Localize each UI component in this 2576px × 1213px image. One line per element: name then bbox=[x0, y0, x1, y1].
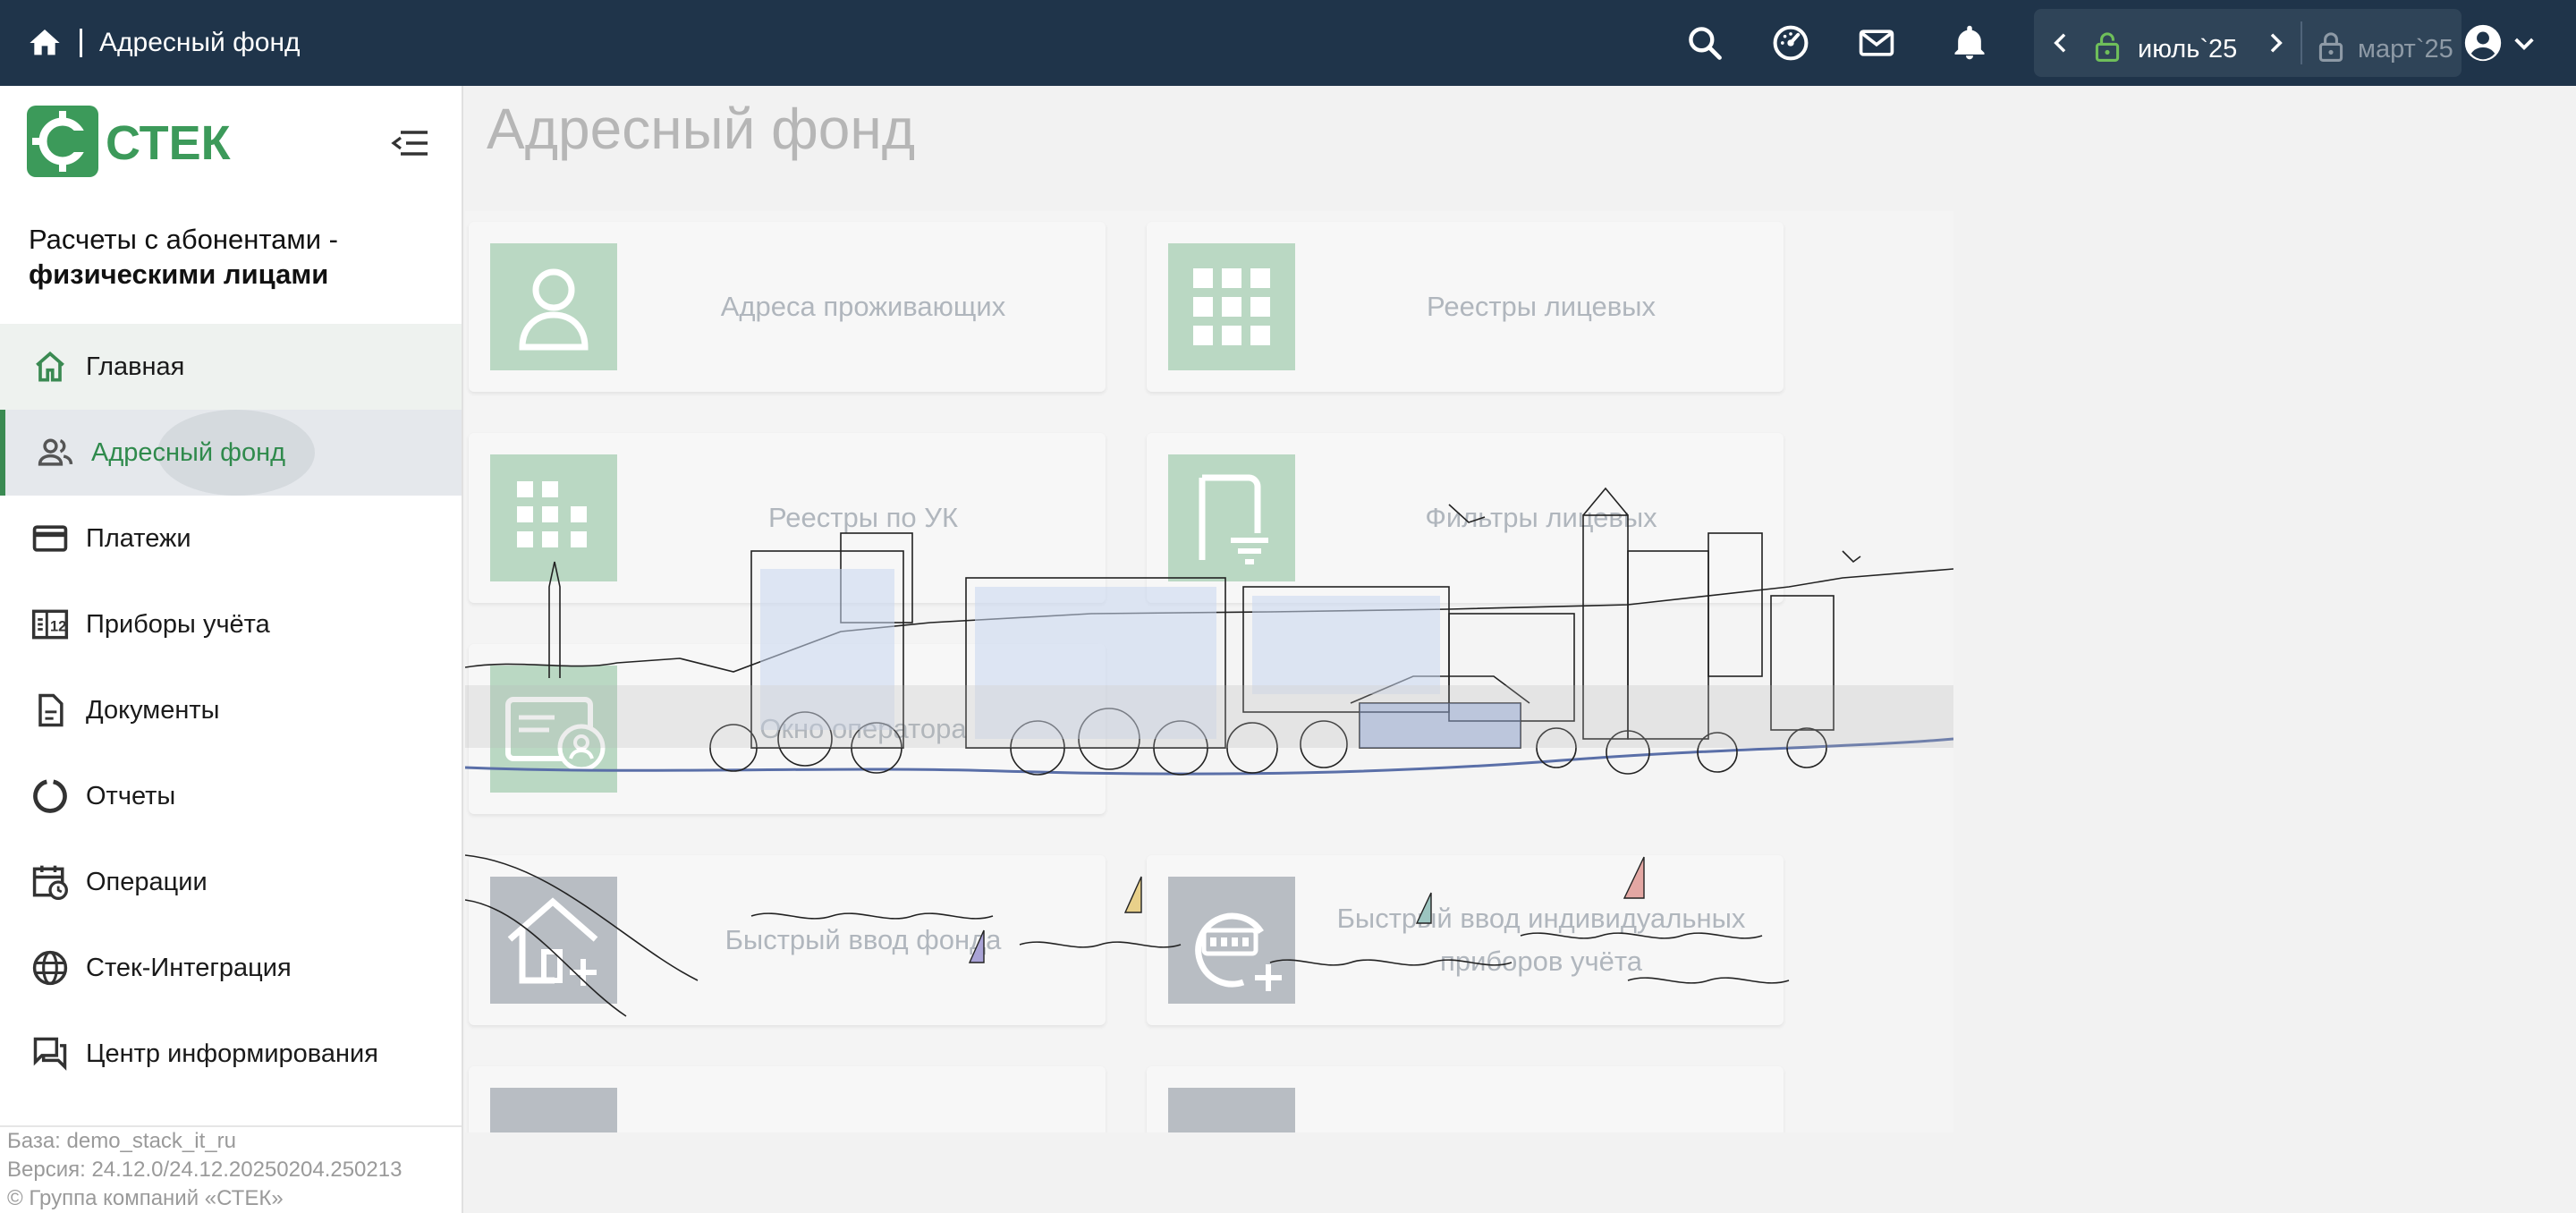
svg-text:12: 12 bbox=[50, 618, 66, 634]
card-tile bbox=[490, 666, 617, 793]
mail-icon[interactable] bbox=[1857, 23, 1896, 63]
page-title: Адресный фонд bbox=[487, 97, 916, 161]
sidebar-nav: Главная Адресный фонд Платежи 12 Приборы… bbox=[0, 324, 462, 1097]
sidebar-item-address-fund[interactable]: Адресный фонд bbox=[0, 410, 462, 496]
people-icon bbox=[38, 438, 73, 466]
version-number: Версия: 24.12.0/24.12.20250204.250213 bbox=[7, 1158, 402, 1182]
app-title-line2: физическими лицами bbox=[29, 259, 329, 290]
card-partial[interactable] bbox=[1147, 1066, 1784, 1132]
sidebar-item-label: Операции bbox=[86, 868, 208, 896]
sidebar-item-info-center[interactable]: Центр информирования bbox=[0, 1011, 462, 1097]
sidebar-item-home[interactable]: Главная bbox=[0, 324, 462, 410]
sidebar: СТЕК Расчеты с абонентами - физическими … bbox=[0, 86, 463, 1213]
card-partial[interactable] bbox=[469, 1066, 1106, 1132]
period-selector: июль`25 март`25 bbox=[2034, 9, 2462, 77]
card-tile bbox=[490, 877, 617, 1004]
sidebar-item-label: Платежи bbox=[86, 524, 191, 553]
sidebar-item-label: Главная bbox=[86, 352, 185, 381]
card-tile bbox=[490, 1088, 617, 1132]
card-residents-addresses[interactable]: Адреса проживающих bbox=[469, 222, 1106, 392]
chevron-left-icon[interactable] bbox=[2046, 29, 2075, 57]
current-period[interactable]: июль`25 bbox=[2138, 34, 2237, 64]
card-tile bbox=[490, 454, 617, 581]
card-account-filters[interactable]: Фильтры лицевых bbox=[1147, 433, 1784, 603]
home-icon[interactable] bbox=[27, 25, 63, 61]
search-icon[interactable] bbox=[1685, 23, 1724, 63]
sidebar-item-label: Адресный фонд bbox=[91, 438, 286, 467]
meter-icon: 12 bbox=[31, 609, 69, 640]
globe-icon bbox=[32, 950, 68, 986]
bell-icon[interactable] bbox=[1950, 23, 1989, 63]
breadcrumb-separator bbox=[80, 29, 82, 57]
sidebar-item-label: Центр информирования bbox=[86, 1039, 378, 1068]
collapse-menu-icon[interactable] bbox=[390, 127, 429, 159]
house-add-icon bbox=[507, 897, 598, 986]
cards-area: Адреса проживающих Реестры лицевых Реест… bbox=[465, 211, 1953, 1132]
chart-ring-icon bbox=[33, 779, 67, 813]
card-label: Адреса проживающих bbox=[720, 291, 1006, 322]
document-icon bbox=[38, 693, 64, 727]
card-tile bbox=[1168, 454, 1295, 581]
card-label: Фильтры лицевых bbox=[1425, 502, 1657, 533]
person-icon bbox=[519, 268, 589, 351]
main-content: Адресный фонд Адреса проживающих Реестры… bbox=[465, 86, 2576, 1213]
app-title-line1: Расчеты с абонентами - bbox=[29, 224, 338, 255]
stek-logo: СТЕК bbox=[27, 106, 232, 177]
operator-card-icon bbox=[505, 697, 606, 772]
copyright: © Группа компаний «СТЕК» bbox=[7, 1186, 284, 1210]
card-tile bbox=[1168, 1088, 1295, 1132]
card-label: Реестры по УК bbox=[767, 502, 959, 533]
meter-add-icon bbox=[1195, 912, 1282, 991]
chevron-down-icon[interactable] bbox=[2510, 29, 2538, 57]
card-tile bbox=[1168, 877, 1295, 1004]
building-icon bbox=[517, 481, 587, 547]
home-outline-icon bbox=[36, 351, 64, 382]
card-tile bbox=[1168, 243, 1295, 370]
period-divider bbox=[2301, 21, 2302, 64]
calendar-clock-icon bbox=[32, 865, 68, 900]
card-label: Быстрый ввод фонда bbox=[724, 924, 1002, 955]
version-info: База: demo_stack_it_ru Версия: 24.12.0/2… bbox=[7, 1127, 402, 1213]
account-circle-icon[interactable] bbox=[2463, 23, 2503, 63]
lock-icon bbox=[2318, 32, 2343, 62]
sidebar-item-reports[interactable]: Отчеты bbox=[0, 753, 462, 839]
logo-text: СТЕК bbox=[106, 116, 232, 170]
filter-list-icon bbox=[1199, 474, 1268, 564]
closed-period[interactable]: март`25 bbox=[2358, 34, 2453, 64]
card-account-registers[interactable]: Реестры лицевых bbox=[1147, 222, 1784, 392]
speedometer-icon[interactable] bbox=[1771, 23, 1810, 63]
forum-icon bbox=[33, 1037, 67, 1071]
card-quick-fund-entry[interactable]: Быстрый ввод фонда bbox=[469, 855, 1106, 1025]
sidebar-item-label: Стек-Интеграция bbox=[86, 954, 292, 982]
chevron-right-icon[interactable] bbox=[2261, 29, 2290, 57]
lock-open-icon bbox=[2095, 32, 2120, 62]
sidebar-item-integration[interactable]: Стек-Интеграция bbox=[0, 925, 462, 1011]
database-name: База: demo_stack_it_ru bbox=[7, 1129, 236, 1153]
card-operator-window[interactable]: Окно оператора bbox=[469, 644, 1106, 814]
sidebar-item-payments[interactable]: Платежи bbox=[0, 496, 462, 581]
card-label: Окно оператора bbox=[759, 713, 967, 744]
sidebar-item-label: Отчеты bbox=[86, 782, 176, 810]
top-app-bar: Адресный фонд июль`25 март`25 bbox=[0, 0, 2576, 86]
sidebar-item-documents[interactable]: Документы bbox=[0, 667, 462, 753]
app-title: Расчеты с абонентами - физическими лицам… bbox=[29, 222, 338, 292]
grid-icon bbox=[1193, 268, 1270, 345]
card-uk-registers[interactable]: Реестры по УК bbox=[469, 433, 1106, 603]
credit-card-icon bbox=[32, 525, 68, 552]
sidebar-item-label: Документы bbox=[86, 696, 220, 725]
card-tile bbox=[490, 243, 617, 370]
card-label: Реестры лицевых bbox=[1427, 291, 1656, 322]
card-quick-meter-entry[interactable]: Быстрый ввод индивидуальных приборов учё… bbox=[1147, 855, 1784, 1025]
breadcrumb-current: Адресный фонд bbox=[99, 28, 301, 57]
sidebar-item-label: Приборы учёта bbox=[86, 610, 270, 639]
sidebar-item-operations[interactable]: Операции bbox=[0, 839, 462, 925]
card-label: Быстрый ввод индивидуальных приборов учё… bbox=[1336, 903, 1746, 977]
sidebar-item-meters[interactable]: 12 Приборы учёта bbox=[0, 581, 462, 667]
